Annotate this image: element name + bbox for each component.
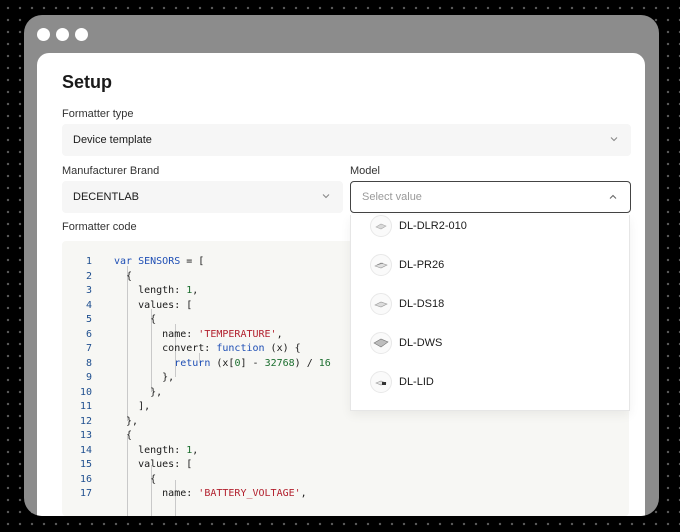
code-text: {	[114, 314, 157, 325]
code-line: 14 length: 1,	[62, 444, 331, 459]
code-line: 11 ],	[62, 400, 331, 415]
device-thumbnail-icon	[370, 254, 392, 276]
brand-value: DECENTLAB	[73, 191, 140, 203]
brand-label: Manufacturer Brand	[62, 165, 160, 177]
code-line: 1 var SENSORS = [	[62, 255, 331, 270]
code-line: 4 values: [	[62, 299, 331, 314]
model-label: Model	[350, 165, 380, 177]
line-number: 9	[85, 372, 92, 383]
code-text: },	[114, 415, 139, 427]
code-line: 13 {	[62, 429, 331, 444]
code-text: values: [	[114, 299, 193, 311]
model-option-dl-lid[interactable]: DL-LID	[351, 364, 629, 400]
code-text: length: 1,	[114, 444, 199, 456]
device-thumbnail-icon	[370, 215, 392, 237]
code-text: {	[114, 473, 157, 485]
line-number: 15	[79, 459, 92, 470]
line-number: 13	[79, 430, 92, 441]
window-controls	[37, 28, 88, 41]
model-option-label: DL-PR26	[399, 259, 445, 271]
model-option-dl-dlr2-010[interactable]: DL-DLR2-010	[351, 215, 629, 244]
code-text: name: 'TEMPERATURE',	[114, 328, 283, 340]
formatter-type-select[interactable]: Device template	[62, 124, 631, 156]
model-option-dl-ds18[interactable]: DL-DS18	[351, 286, 629, 322]
model-dropdown-menu: DL-DLR2-010 DL-PR26 DL-DS18 DL-DWS DL-LI…	[350, 215, 630, 411]
code-line: 17 name: 'BATTERY_VOLTAGE',	[62, 487, 331, 502]
model-option-label: DL-DWS	[399, 337, 443, 349]
code-line: 10 },	[62, 386, 331, 401]
line-number: 12	[79, 415, 92, 427]
chevron-up-icon	[609, 194, 617, 199]
line-number: 2	[85, 270, 92, 282]
code-text: values: [	[114, 459, 193, 470]
model-option-dl-dws[interactable]: DL-DWS	[351, 325, 629, 361]
brand-select[interactable]: DECENTLAB	[62, 181, 343, 213]
code-text: {	[114, 270, 133, 282]
line-number: 3	[85, 285, 92, 296]
chevron-down-icon	[322, 194, 330, 199]
code-text: var SENSORS = [	[114, 256, 205, 267]
code-line: 7 convert: function (x) {	[62, 342, 331, 357]
code-text: },	[114, 372, 175, 383]
code-line: 15 values: [	[62, 458, 331, 473]
code-line: 3 length: 1,	[62, 284, 331, 299]
window-dot-minimize[interactable]	[56, 28, 69, 41]
code-line: 8 return (x[0] - 32768) / 16	[62, 357, 331, 372]
code-lines: 1 var SENSORS = [2 {3 length: 1, 4 values:…	[62, 255, 331, 502]
setup-panel: Setup Formatter type Device template Man…	[37, 53, 645, 516]
code-line: 9 },	[62, 371, 331, 386]
code-text: {	[114, 430, 133, 441]
line-number: 1	[85, 256, 92, 267]
line-number: 8	[85, 357, 92, 369]
model-option-label: DL-LID	[399, 376, 434, 388]
line-number: 6	[85, 328, 92, 340]
page-title: Setup	[62, 72, 113, 92]
line-number: 4	[85, 299, 92, 311]
code-line: 5 {	[62, 313, 331, 328]
code-line: 6 name: 'TEMPERATURE',	[62, 328, 331, 343]
line-number: 7	[85, 343, 92, 354]
line-number: 11	[79, 401, 92, 412]
code-text: length: 1,	[114, 285, 199, 296]
code-label: Formatter code	[62, 221, 137, 233]
code-line: 16 {	[62, 473, 331, 488]
model-select[interactable]: Select value	[350, 181, 631, 213]
device-thumbnail-icon	[370, 371, 392, 393]
line-number: 16	[79, 473, 92, 485]
window-dot-close[interactable]	[37, 28, 50, 41]
line-number: 17	[79, 488, 92, 499]
model-placeholder: Select value	[362, 191, 422, 203]
code-text: convert: function (x) {	[114, 343, 301, 354]
code-text: },	[114, 386, 163, 398]
line-number: 14	[79, 444, 92, 456]
model-option-dl-pr26[interactable]: DL-PR26	[351, 247, 629, 283]
code-line: 12 },	[62, 415, 331, 430]
code-text: return (x[0] - 32768) / 16	[174, 357, 331, 369]
code-text: ],	[114, 401, 151, 412]
code-text: name: 'BATTERY_VOLTAGE',	[114, 488, 307, 499]
window-dot-maximize[interactable]	[75, 28, 88, 41]
model-option-label: DL-DLR2-010	[399, 220, 467, 232]
app-window: Setup Formatter type Device template Man…	[24, 15, 659, 516]
device-thumbnail-icon	[370, 332, 392, 354]
formatter-type-value: Device template	[73, 134, 152, 146]
formatter-type-label: Formatter type	[62, 108, 134, 120]
chevron-down-icon	[610, 137, 618, 142]
model-option-label: DL-DS18	[399, 298, 445, 310]
line-number: 5	[85, 314, 92, 325]
line-number: 10	[79, 386, 92, 398]
device-thumbnail-icon	[370, 293, 392, 315]
code-line: 2 {	[62, 270, 331, 285]
